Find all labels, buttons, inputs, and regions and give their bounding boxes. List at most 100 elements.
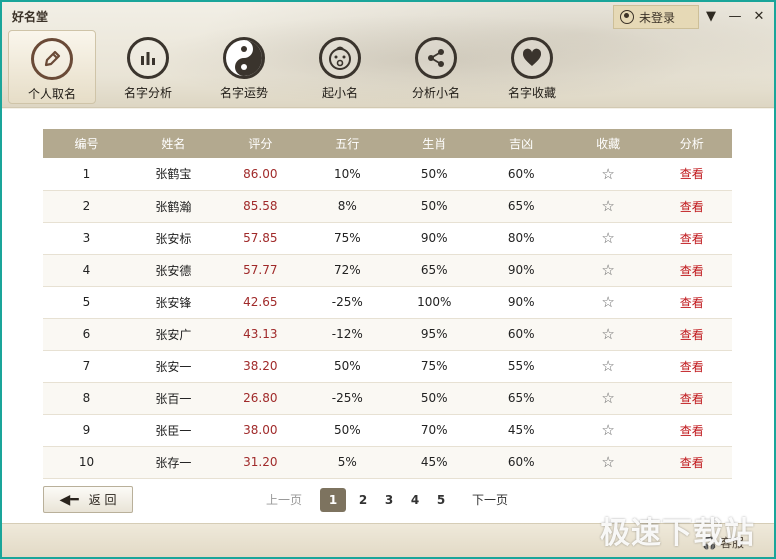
view-link[interactable]: 查看	[652, 158, 732, 190]
column-header: 五行	[335, 137, 360, 151]
name-cell: 张臣一	[155, 423, 192, 438]
name-cell: 张安一	[155, 359, 192, 374]
app-window: 好名堂 未登录 ▼ — ✕ 个人取名 名字分析 名字运势 起小名 分析小名 名字…	[2, 2, 774, 557]
nav-item-name-analysis[interactable]: 名字分析	[104, 30, 192, 104]
id-cell: 9	[82, 423, 91, 437]
id-cell: 2	[82, 199, 91, 213]
score-cell: 57.85	[243, 231, 278, 245]
close-button[interactable]: ✕	[750, 5, 768, 27]
nav-item-nickname-analysis[interactable]: 分析小名	[392, 30, 480, 104]
view-link[interactable]: 查看	[652, 446, 732, 478]
view-link[interactable]: 查看	[652, 222, 732, 254]
nav-item-favorites[interactable]: 名字收藏	[488, 30, 576, 104]
watermark: 极速下载站	[600, 516, 755, 551]
view-link[interactable]: 查看	[652, 414, 732, 446]
star-icon[interactable]: ☆	[565, 446, 652, 478]
table-row: 3 张安标 57.85 75% 90% 80% ☆ 查看	[43, 222, 732, 254]
table-row: 5 张安锋 42.65 -25% 100% 90% ☆ 查看	[43, 286, 732, 318]
wuxing-cell: -25%	[331, 391, 363, 405]
wuxing-cell: 5%	[337, 455, 357, 469]
table-row: 4 张安德 57.77 72% 65% 90% ☆ 查看	[43, 254, 732, 286]
wuxing-cell: 75%	[333, 231, 361, 245]
score-cell: 26.80	[243, 391, 278, 405]
column-header: 编号	[74, 137, 99, 151]
id-cell: 4	[82, 263, 91, 277]
shengxiao-cell: 75%	[420, 359, 448, 373]
view-link[interactable]: 查看	[652, 286, 732, 318]
column-header: 姓名	[161, 137, 186, 151]
id-cell: 10	[78, 455, 95, 469]
nav-item-name-fortune[interactable]: 名字运势	[200, 30, 288, 104]
jixiong-cell: 45%	[507, 423, 535, 437]
page-5[interactable]: 5	[428, 493, 454, 507]
shengxiao-cell: 70%	[420, 423, 448, 437]
score-cell: 42.65	[243, 295, 278, 309]
jixiong-cell: 90%	[507, 295, 535, 309]
id-cell: 6	[82, 327, 91, 341]
star-icon[interactable]: ☆	[565, 190, 652, 222]
jixiong-cell: 65%	[507, 391, 535, 405]
page-4[interactable]: 4	[402, 493, 428, 507]
star-icon[interactable]: ☆	[565, 318, 652, 350]
name-cell: 张安锋	[155, 295, 192, 310]
view-link[interactable]: 查看	[652, 350, 732, 382]
wuxing-cell: 50%	[333, 359, 361, 373]
star-icon[interactable]: ☆	[565, 254, 652, 286]
wuxing-cell: 8%	[337, 199, 357, 213]
yin-yang-icon	[223, 37, 265, 79]
star-icon[interactable]: ☆	[565, 222, 652, 254]
next-page-link[interactable]: 下一页	[472, 491, 508, 508]
page-1[interactable]: 1	[320, 487, 347, 512]
table-row: 6 张安广 43.13 -12% 95% 60% ☆ 查看	[43, 318, 732, 350]
view-link[interactable]: 查看	[652, 318, 732, 350]
column-header: 收藏	[596, 137, 621, 151]
column-header: 分析	[679, 137, 704, 151]
main-nav: 个人取名 名字分析 名字运势 起小名 分析小名 名字收藏	[2, 30, 582, 106]
heart-icon	[511, 37, 553, 79]
content-area: 编号 姓名 评分 五行 生肖 吉凶 收藏 分析 1 张鹤宝 86.00 10% 50% 6…	[2, 109, 774, 523]
column-header: 吉凶	[509, 137, 534, 151]
name-cell: 张安德	[155, 263, 192, 278]
star-icon[interactable]: ☆	[565, 158, 652, 190]
nav-item-personal-naming[interactable]: 个人取名	[8, 30, 96, 104]
name-cell: 张安标	[155, 231, 192, 246]
table-row: 10 张存一 31.20 5% 45% 60% ☆ 查看	[43, 446, 732, 478]
app-title: 好名堂	[12, 10, 49, 24]
jixiong-cell: 55%	[507, 359, 535, 373]
view-link[interactable]: 查看	[652, 382, 732, 414]
wuxing-cell: 50%	[333, 423, 361, 437]
table-row: 8 张百一 26.80 -25% 50% 65% ☆ 查看	[43, 382, 732, 414]
jixiong-cell: 60%	[507, 455, 535, 469]
menu-button[interactable]: ▼	[702, 5, 720, 27]
score-cell: 38.00	[243, 423, 278, 437]
star-icon[interactable]: ☆	[565, 414, 652, 446]
score-cell: 57.77	[243, 263, 278, 277]
star-icon[interactable]: ☆	[565, 382, 652, 414]
view-link[interactable]: 查看	[652, 254, 732, 286]
table-row: 1 张鹤宝 86.00 10% 50% 60% ☆ 查看	[43, 158, 732, 190]
table-row: 7 张安一 38.20 50% 75% 55% ☆ 查看	[43, 350, 732, 382]
name-cell: 张百一	[155, 391, 192, 406]
jixiong-cell: 65%	[507, 199, 535, 213]
table-header-row: 编号 姓名 评分 五行 生肖 吉凶 收藏 分析	[43, 129, 732, 158]
nav-label: 名字分析	[123, 86, 172, 100]
shengxiao-cell: 50%	[420, 166, 448, 181]
baby-face-icon	[319, 37, 361, 79]
name-cell: 张存一	[155, 455, 192, 470]
id-cell: 3	[82, 231, 91, 245]
view-link[interactable]: 查看	[652, 190, 732, 222]
login-button[interactable]: 未登录	[613, 5, 699, 29]
prev-page-link[interactable]: 上一页	[266, 491, 302, 508]
star-icon[interactable]: ☆	[565, 350, 652, 382]
minimize-button[interactable]: —	[726, 5, 744, 27]
back-button[interactable]: ◀━ 返 回	[43, 486, 133, 513]
score-cell: 43.13	[243, 327, 278, 341]
user-icon	[620, 10, 634, 24]
share-icon	[415, 37, 457, 79]
star-icon[interactable]: ☆	[565, 286, 652, 318]
name-cell: 张鹤宝	[155, 167, 192, 182]
page-3[interactable]: 3	[376, 493, 402, 507]
page-2[interactable]: 2	[350, 493, 376, 507]
nav-item-nickname[interactable]: 起小名	[296, 30, 384, 104]
shengxiao-cell: 95%	[420, 327, 448, 341]
